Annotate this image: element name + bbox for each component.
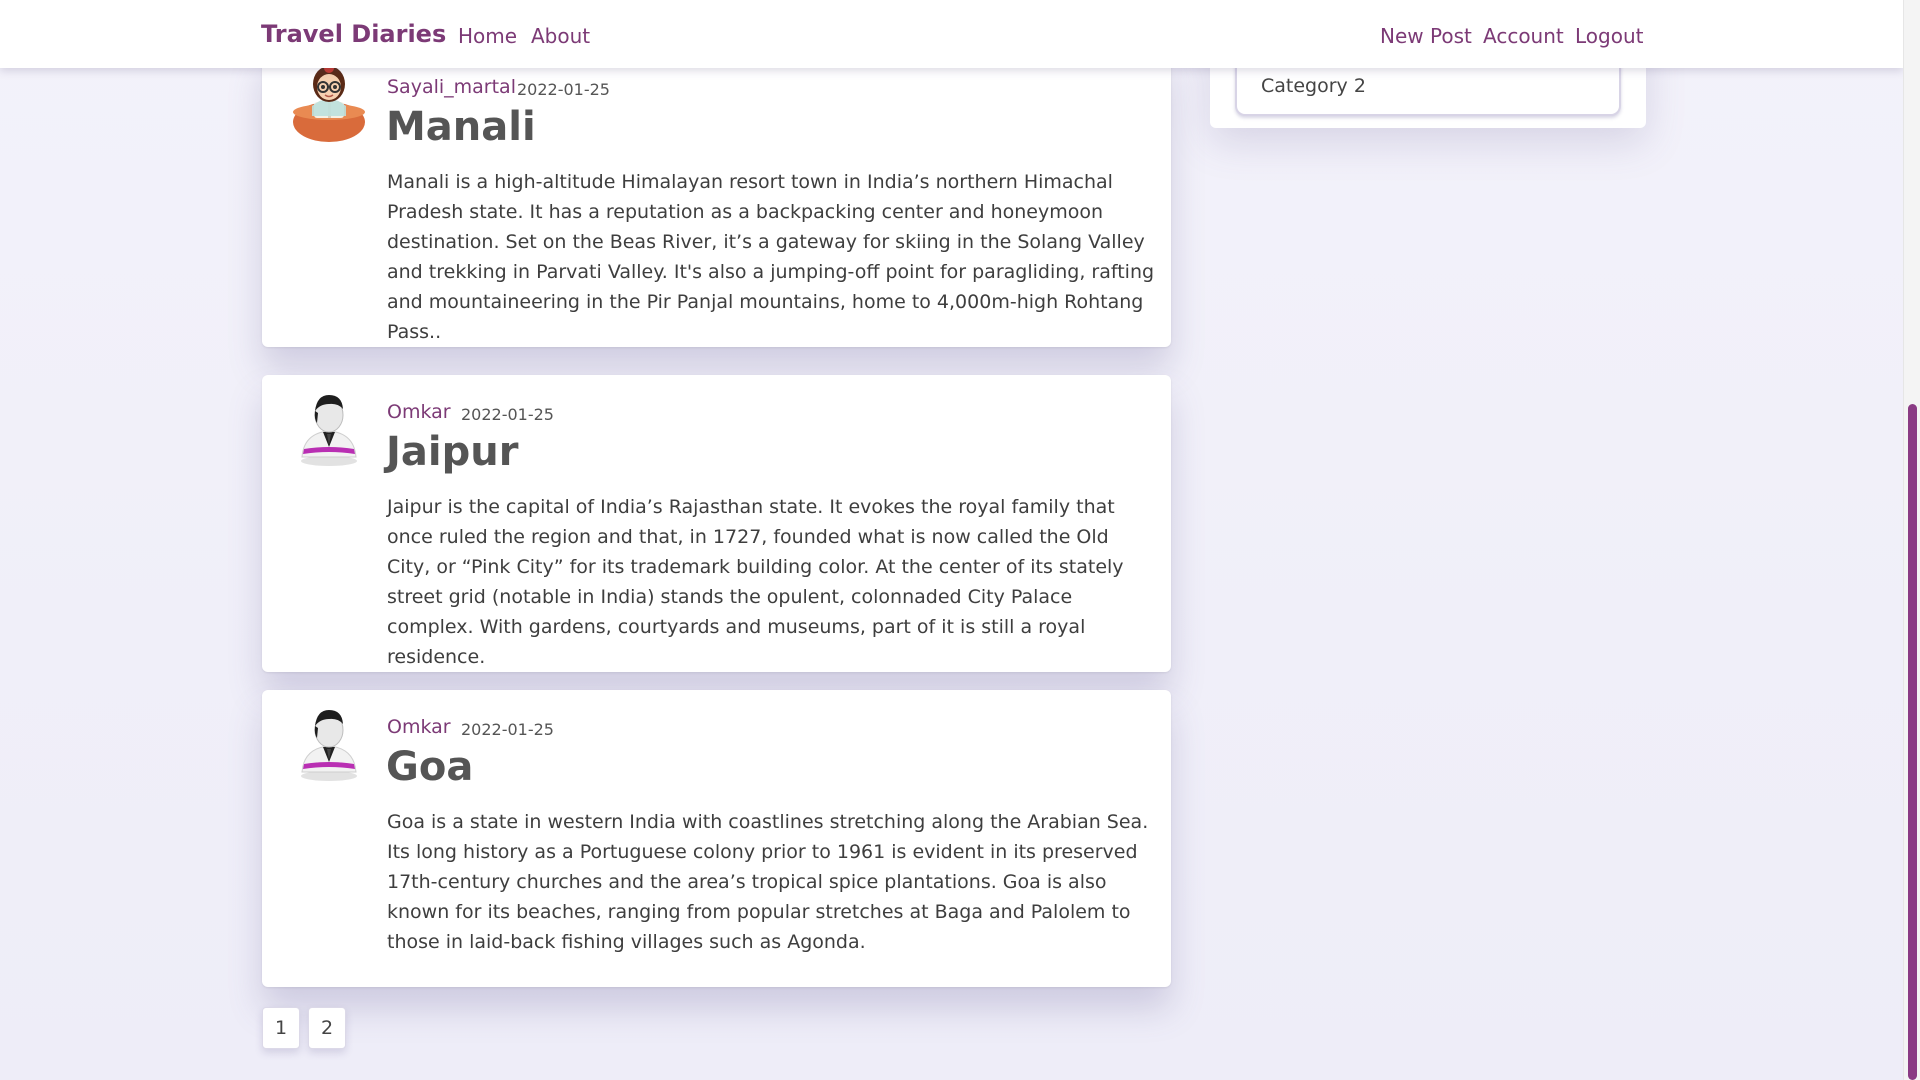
- page-button-1[interactable]: 1: [262, 1007, 300, 1049]
- sidebar-item-label: Category 2: [1261, 75, 1366, 97]
- post-content: Goa is a state in western India with coa…: [387, 811, 1149, 953]
- post-title-link[interactable]: Goa: [386, 744, 473, 790]
- user-silhouette-avatar-icon: [301, 395, 357, 466]
- nav-link-new-post[interactable]: New Post: [1380, 24, 1472, 48]
- user-silhouette-avatar-icon: [301, 710, 357, 781]
- post-author-link[interactable]: Omkar: [387, 716, 451, 738]
- post-author-link[interactable]: Sayali_martal: [387, 76, 516, 98]
- nav-link-home[interactable]: Home: [458, 24, 517, 48]
- post-card: Omkar 2022-01-25 Jaipur Jaipur is the ca…: [262, 375, 1171, 672]
- nav-link-about[interactable]: About: [531, 24, 590, 48]
- post-card: Omkar 2022-01-25 Goa Goa is a state in w…: [262, 690, 1171, 987]
- post-date: 2022-01-25: [461, 720, 554, 739]
- vertical-scrollbar-thumb[interactable]: [1908, 404, 1917, 1080]
- nav-link-account[interactable]: Account: [1483, 24, 1564, 48]
- brand-logo-link[interactable]: Travel Diaries: [261, 20, 446, 48]
- nav-link-logout[interactable]: Logout: [1575, 24, 1643, 48]
- page-viewport: Travel Diaries Home About New Post Accou…: [0, 0, 1903, 1080]
- post-content: Manali is a high-altitude Himalayan reso…: [387, 171, 1155, 343]
- post-content: Jaipur is the capital of India’s Rajasth…: [387, 496, 1124, 668]
- page-button-2[interactable]: 2: [308, 1007, 346, 1049]
- post-card: Sayali_martal 2022-01-25 Manali Manali i…: [262, 50, 1171, 347]
- post-date: 2022-01-25: [517, 80, 610, 99]
- top-navbar: Travel Diaries Home About New Post Accou…: [0, 0, 1903, 68]
- woman-reading-avatar-icon: [293, 63, 365, 142]
- post-author-link[interactable]: Omkar: [387, 401, 451, 423]
- post-date: 2022-01-25: [461, 405, 554, 424]
- post-title-link[interactable]: Jaipur: [386, 429, 518, 475]
- post-title-link[interactable]: Manali: [386, 104, 536, 150]
